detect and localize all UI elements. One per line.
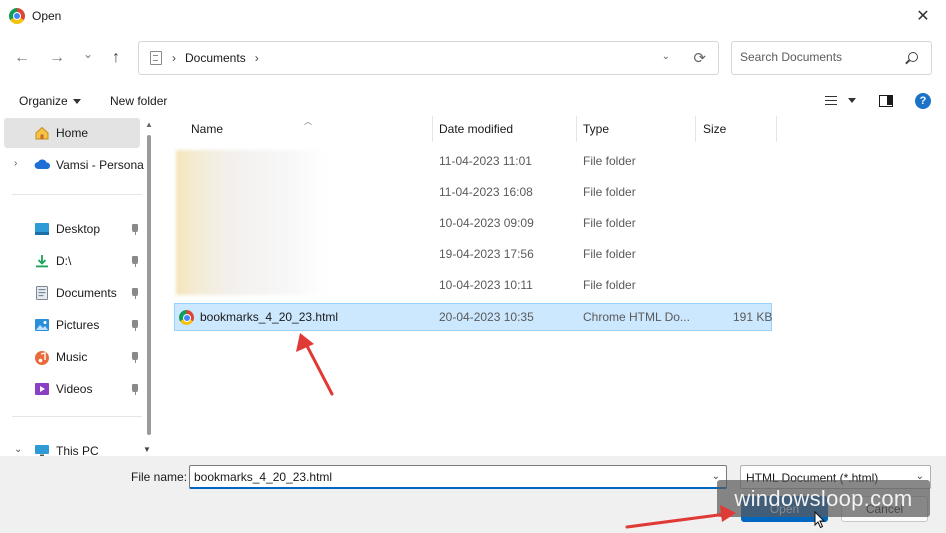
file-date: 20-04-2023 10:35 xyxy=(439,310,534,324)
search-box[interactable] xyxy=(731,41,932,75)
documents-icon xyxy=(34,286,50,300)
forward-arrow-icon[interactable]: → xyxy=(45,46,69,70)
navigation-pane: Home › Vamsi - Persona Desktop D:\ Docum… xyxy=(0,116,158,456)
window-title: Open xyxy=(32,9,62,23)
column-header-size[interactable]: Size xyxy=(695,116,726,142)
organize-caret-icon xyxy=(72,99,81,105)
sidebar-item-label: Pictures xyxy=(56,318,100,332)
sidebar-item-onedrive[interactable]: Vamsi - Persona xyxy=(4,150,144,180)
sidebar-item-music[interactable]: Music xyxy=(4,342,140,372)
sidebar-item-label: Videos xyxy=(56,382,93,396)
sort-ascending-icon: ︿ xyxy=(304,117,312,126)
file-date: 19-04-2023 17:56 xyxy=(439,247,534,261)
column-header-date-modified[interactable]: Date modified xyxy=(431,116,513,142)
view-options-caret-icon[interactable] xyxy=(848,98,856,103)
sidebar-divider xyxy=(12,194,142,195)
search-icon[interactable] xyxy=(908,52,918,62)
help-icon[interactable]: ? xyxy=(915,93,931,109)
file-type: File folder xyxy=(583,185,636,199)
sidebar-item-d-drive[interactable]: D:\ xyxy=(4,246,140,276)
file-date: 10-04-2023 10:11 xyxy=(439,278,533,292)
file-date: 11-04-2023 11:01 xyxy=(439,154,532,168)
music-icon xyxy=(34,350,50,365)
sidebar-item-this-pc[interactable]: This PC xyxy=(4,436,140,456)
navigation-bar: ← → ⌄ ↑ › Documents › ⌄ ⟳ xyxy=(0,38,946,78)
onedrive-cloud-icon xyxy=(34,158,51,172)
breadcrumb-separator-chevron-icon[interactable]: › xyxy=(255,51,259,65)
pin-icon[interactable] xyxy=(132,384,138,395)
pin-icon[interactable] xyxy=(132,288,138,299)
sidebar-item-home[interactable]: Home xyxy=(4,118,140,148)
sidebar-divider xyxy=(12,416,142,417)
sidebar-item-label: This PC xyxy=(56,444,99,456)
column-header-name[interactable]: Name xyxy=(183,116,223,142)
recent-locations-chevron-icon[interactable]: ⌄ xyxy=(76,42,100,66)
this-pc-monitor-icon xyxy=(34,444,50,456)
up-arrow-icon[interactable]: ↑ xyxy=(104,46,128,70)
file-name-label: File name: xyxy=(131,470,188,484)
videos-icon xyxy=(34,382,50,396)
sidebar-item-desktop[interactable]: Desktop xyxy=(4,214,140,244)
new-folder-button[interactable]: New folder xyxy=(110,94,167,108)
address-bar[interactable]: › Documents › ⌄ ⟳ xyxy=(138,41,719,75)
file-name: bookmarks_4_20_23.html xyxy=(200,310,339,324)
file-type: File folder xyxy=(583,247,636,261)
sidebar-item-label: Music xyxy=(56,350,88,364)
sidebar-scroll-up-icon[interactable]: ▲ xyxy=(145,120,153,129)
sidebar-item-videos[interactable]: Videos xyxy=(4,374,140,404)
command-bar: Organize New folder xyxy=(0,86,946,116)
view-options-icon[interactable] xyxy=(825,96,837,105)
sidebar-item-documents[interactable]: Documents xyxy=(4,278,140,308)
blurred-folder-names xyxy=(176,150,326,295)
file-type: File folder xyxy=(583,154,636,168)
sidebar-item-label: Home xyxy=(56,126,89,140)
file-date: 10-04-2023 09:09 xyxy=(439,216,534,230)
close-icon[interactable]: ✕ xyxy=(900,0,946,32)
sidebar-item-pictures[interactable]: Pictures xyxy=(4,310,140,340)
sidebar-item-label: Vamsi - Persona xyxy=(56,158,144,172)
pin-icon[interactable] xyxy=(132,320,138,331)
sidebar-scroll-down-icon[interactable]: ▼ xyxy=(143,445,151,454)
refresh-icon[interactable]: ⟳ xyxy=(693,49,706,67)
sidebar-item-label: D:\ xyxy=(56,254,72,268)
pin-icon[interactable] xyxy=(132,256,138,267)
breadcrumb-separator: › xyxy=(172,51,176,65)
file-name-combobox[interactable]: ⌄ xyxy=(189,465,727,489)
pictures-icon xyxy=(34,318,50,332)
file-date: 11-04-2023 16:08 xyxy=(439,185,533,199)
sidebar-item-label: Documents xyxy=(56,286,117,300)
preview-pane-icon[interactable] xyxy=(879,95,893,107)
mouse-cursor-icon xyxy=(814,511,826,529)
file-size: 191 KB xyxy=(733,310,773,324)
back-arrow-icon[interactable]: ← xyxy=(10,46,34,70)
organize-label: Organize xyxy=(19,94,68,108)
file-name-input[interactable] xyxy=(194,470,694,484)
pin-icon[interactable] xyxy=(132,352,138,363)
column-divider[interactable] xyxy=(776,116,777,142)
address-dropdown-chevron-icon[interactable]: ⌄ xyxy=(662,51,670,62)
pin-icon[interactable] xyxy=(132,224,138,235)
sidebar-item-label: Desktop xyxy=(56,222,101,236)
column-header-type[interactable]: Type xyxy=(575,116,609,142)
search-input[interactable] xyxy=(740,50,900,64)
table-row-selected[interactable]: bookmarks_4_20_23.html 20-04-2023 10:35 … xyxy=(174,303,772,331)
download-arrow-icon xyxy=(34,254,50,268)
sidebar-scrollbar[interactable] xyxy=(147,135,151,435)
file-list: Name ︿ Date modified Type Size 11-04-202… xyxy=(158,116,946,456)
organize-menu[interactable]: Organize xyxy=(19,94,81,108)
file-type: File folder xyxy=(583,216,636,230)
home-icon xyxy=(34,126,50,140)
chrome-html-file-icon xyxy=(179,310,194,325)
file-type: Chrome HTML Do... xyxy=(583,310,690,324)
title-bar: Open ✕ xyxy=(0,0,946,32)
documents-location-icon xyxy=(150,51,162,65)
chrome-app-icon xyxy=(9,8,25,24)
file-type: File folder xyxy=(583,278,636,292)
desktop-icon xyxy=(34,222,50,236)
breadcrumb-documents[interactable]: Documents xyxy=(185,51,246,65)
